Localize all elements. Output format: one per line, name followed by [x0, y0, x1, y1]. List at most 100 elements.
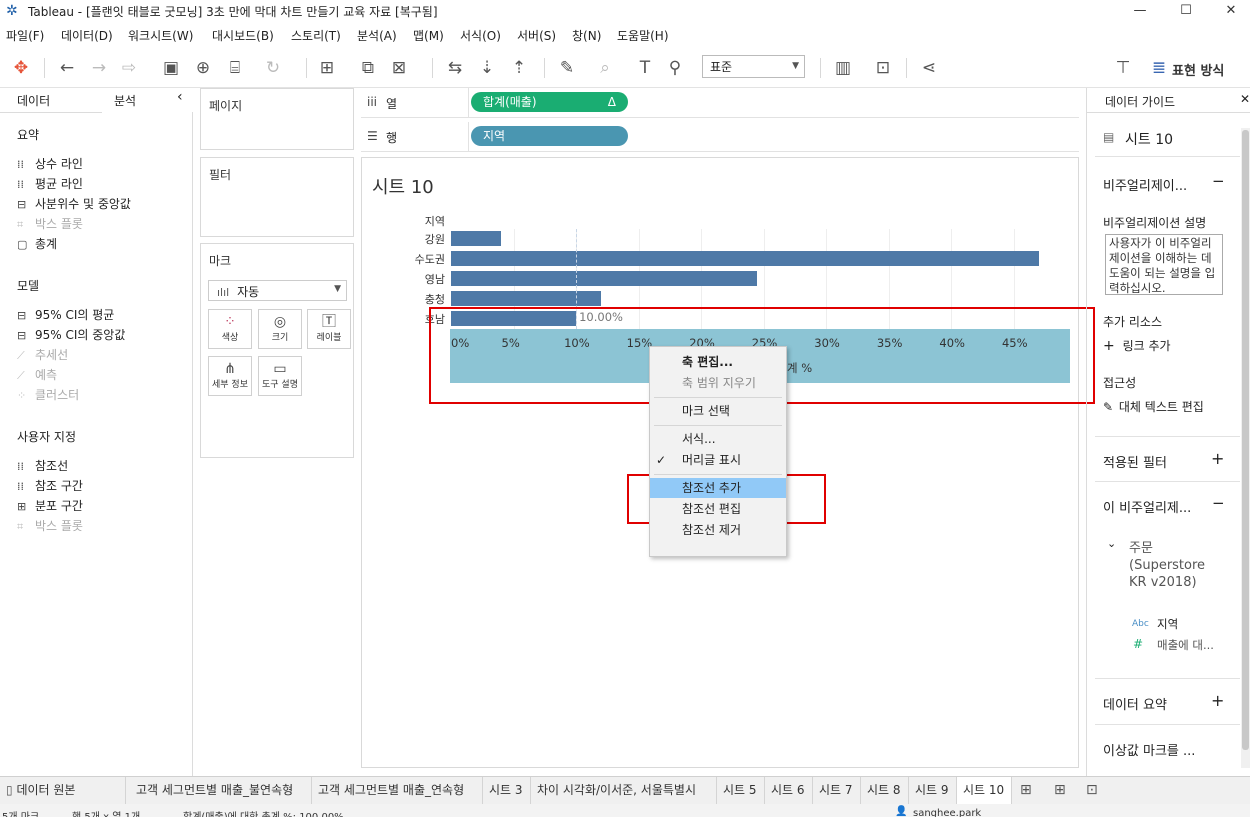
tab-segment-continuous[interactable]: 고객 세그먼트별 매출_연속형 [312, 777, 483, 804]
region-pill[interactable]: 지역 [471, 126, 628, 146]
refresh-icon[interactable]: ↻ [262, 57, 284, 79]
menu-file[interactable]: 파일(F) [6, 27, 44, 44]
new-sheet-icon[interactable]: ⊞ [1020, 782, 1032, 798]
context-menu-item[interactable]: 서식... [650, 429, 786, 449]
context-menu-item[interactable]: 축 편집... [650, 352, 786, 372]
new-datasource-icon[interactable]: ⊕ [192, 57, 214, 79]
collapse-icon[interactable]: − [1212, 172, 1225, 190]
replay-icon[interactable]: ⇨ [118, 57, 140, 79]
sort-ascending-icon[interactable]: ⇣ [476, 57, 498, 79]
menu-dashboard[interactable]: 대시보드(B) [212, 27, 274, 44]
ci-median-item[interactable]: ⊟ 95% CI의 중앙값 [17, 326, 125, 343]
bar[interactable] [451, 251, 1039, 266]
field-region[interactable]: 지역 [1157, 616, 1178, 632]
tab-sheet7[interactable]: 시트 7 [813, 777, 861, 804]
distribution-band-item[interactable]: ⊞ 분포 구간 [17, 497, 83, 514]
tableau-home-icon[interactable]: ✥ [10, 57, 32, 79]
close-button[interactable]: ✕ [1208, 0, 1250, 22]
pause-updates-icon[interactable]: ⌸ [224, 57, 246, 79]
tab-sheet3[interactable]: 시트 3 [483, 777, 531, 804]
clear-sheet-icon[interactable]: ⊠ [388, 57, 410, 79]
pin-icon[interactable]: ⚲ [664, 57, 686, 79]
status-user[interactable]: sanghee.park [913, 808, 981, 817]
trend-line-item[interactable]: ⟋ 추세선 [17, 346, 68, 363]
context-menu-item[interactable]: 참조선 제거 [650, 520, 786, 540]
label-button[interactable]: 🅃 레이블 [307, 309, 351, 349]
cluster-item[interactable]: ⁘ 클러스터 [17, 386, 79, 403]
save-icon[interactable]: ▣ [160, 57, 182, 79]
detail-button[interactable]: ⋔ 세부 정보 [208, 356, 252, 396]
collapse-icon[interactable]: − [1212, 494, 1225, 512]
mark-type-select[interactable]: ılıl 자동 ▼ [208, 280, 347, 301]
alt-text-button[interactable]: ✎ 대체 텍스트 편집 [1103, 398, 1204, 415]
expand-icon[interactable]: + [1211, 691, 1224, 710]
color-button[interactable]: ⁘ 색상 [208, 309, 252, 349]
tab-sheet10[interactable]: 시트 10 [957, 777, 1012, 804]
show-me-button[interactable]: 표현 방식 [1172, 60, 1224, 79]
category-label[interactable]: 충청 [385, 291, 445, 307]
group-icon[interactable]: ⌕ [594, 57, 616, 79]
add-link-button[interactable]: + 링크 추가 [1103, 337, 1171, 354]
show-cards-icon[interactable]: ▥ [832, 57, 854, 79]
size-button[interactable]: ◎ 크기 [258, 309, 302, 349]
category-label[interactable]: 수도권 [385, 251, 445, 267]
context-menu-item[interactable]: 참조선 추가 [650, 478, 786, 498]
maximize-button[interactable]: ☐ [1163, 0, 1209, 22]
pages-card[interactable]: 페이지 [200, 88, 354, 150]
tab-data[interactable]: 데이터 [17, 92, 50, 109]
viz-desc-input[interactable]: 사용자가 이 비주얼리제이션을 이해하는 데 도움이 되는 설명을 입력하십시오… [1105, 234, 1223, 295]
new-worksheet-icon[interactable]: ⊞ [316, 57, 338, 79]
chevron-down-icon[interactable]: ⌄ [1107, 537, 1116, 550]
tab-sheet8[interactable]: 시트 8 [861, 777, 909, 804]
filters-card[interactable]: 필터 [200, 157, 354, 237]
tab-segment-discrete[interactable]: 고객 세그먼트별 매출_불연속형 [126, 777, 312, 804]
context-menu-item[interactable]: ✓ 머리글 표시 [650, 450, 786, 470]
menu-map[interactable]: 맵(M) [413, 27, 444, 44]
highlight-icon[interactable]: ✎ [556, 57, 578, 79]
scrollbar-track[interactable] [1241, 128, 1250, 768]
redo-icon[interactable]: → [88, 57, 110, 79]
menu-format[interactable]: 서식(O) [460, 27, 501, 44]
tooltip-button[interactable]: ▭ 도구 설명 [258, 356, 302, 396]
category-label[interactable]: 강원 [385, 231, 445, 247]
reference-line-item[interactable]: ⁞⁞ 참조선 [17, 457, 68, 474]
scrollbar-thumb[interactable] [1242, 130, 1249, 750]
quartile-median-item[interactable]: ⊟ 사분위수 및 중앙값 [17, 195, 131, 212]
menu-server[interactable]: 서버(S) [517, 27, 556, 44]
box-plot-item[interactable]: ⌗ 박스 플롯 [17, 215, 83, 232]
field-sales-percent[interactable]: 매출에 대... [1157, 637, 1214, 653]
menu-analysis[interactable]: 분석(A) [357, 27, 397, 44]
tab-sheet5[interactable]: 시트 5 [717, 777, 765, 804]
show-me-icon[interactable]: ≣ [1148, 57, 1170, 79]
context-menu-item[interactable]: 마크 선택 [650, 401, 786, 421]
fit-select[interactable]: 표준 ▼ [702, 55, 805, 78]
new-dashboard-icon[interactable]: ⊞ [1054, 782, 1066, 798]
menu-data[interactable]: 데이터(D) [61, 27, 113, 44]
close-pane-icon[interactable]: ✕ [1240, 92, 1250, 106]
bar[interactable] [451, 231, 502, 246]
reference-band-item[interactable]: ⁞⁞ 참조 구간 [17, 477, 83, 494]
tab-analysis[interactable]: 분석 [114, 92, 136, 109]
menu-story[interactable]: 스토리(T) [291, 27, 341, 44]
share-icon[interactable]: ⋖ [918, 57, 940, 79]
custom-box-plot-item[interactable]: ⌗ 박스 플롯 [17, 517, 83, 534]
context-menu-item[interactable]: 참조선 편집 [650, 499, 786, 519]
expand-icon[interactable]: + [1211, 449, 1224, 468]
tab-sheet9[interactable]: 시트 9 [909, 777, 957, 804]
tab-datasource[interactable]: ▯ 데이터 원본 [0, 777, 126, 804]
tab-sheet6[interactable]: 시트 6 [765, 777, 813, 804]
menu-help[interactable]: 도움말(H) [617, 27, 669, 44]
totals-item[interactable]: ▢ 총계 [17, 235, 57, 252]
labels-icon[interactable]: T [634, 57, 656, 79]
format-painter-icon[interactable]: ⊤ [1112, 57, 1134, 79]
ci-mean-item[interactable]: ⊟ 95% CI의 평균 [17, 306, 114, 323]
duplicate-icon[interactable]: ⧉ [357, 57, 379, 79]
minimize-button[interactable]: — [1117, 0, 1163, 22]
context-menu-item[interactable]: 축 범위 지우기 [650, 373, 786, 393]
new-story-icon[interactable]: ⊡ [1086, 782, 1098, 798]
undo-icon[interactable]: ← [56, 57, 78, 79]
category-label[interactable]: 영남 [385, 271, 445, 287]
menu-worksheet[interactable]: 워크시트(W) [128, 27, 193, 44]
bar[interactable] [451, 271, 758, 286]
menu-window[interactable]: 창(N) [572, 27, 601, 44]
